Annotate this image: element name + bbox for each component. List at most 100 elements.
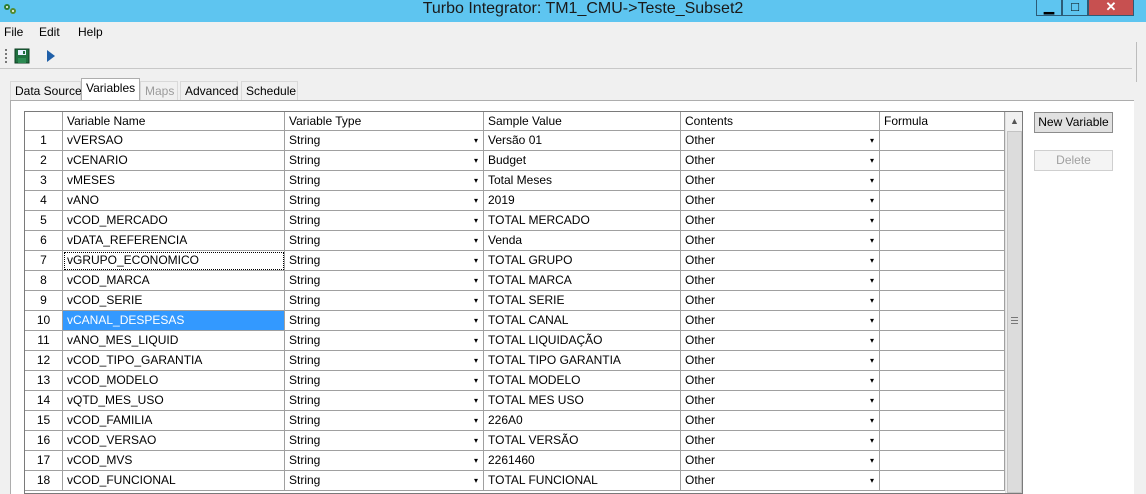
- dropdown-arrow-icon[interactable]: ▾: [471, 255, 481, 267]
- dropdown-arrow-icon[interactable]: ▾: [471, 235, 481, 247]
- contents-dropdown[interactable]: Other ▾: [681, 211, 880, 231]
- formula-cell[interactable]: [880, 391, 1005, 411]
- sample-value-cell[interactable]: TOTAL MES USO: [484, 391, 681, 411]
- variable-name-cell[interactable]: vCOD_VERSAO: [63, 431, 285, 451]
- tab-advanced[interactable]: Advanced: [180, 81, 238, 100]
- grid-vertical-scrollbar[interactable]: ▲: [1005, 112, 1022, 493]
- variable-type-dropdown[interactable]: String ▾: [285, 411, 484, 431]
- dropdown-arrow-icon[interactable]: ▾: [471, 455, 481, 467]
- menu-edit[interactable]: Edit: [39, 25, 60, 39]
- table-row[interactable]: 3 vMESES String ▾ Total Meses Other ▾: [25, 171, 1005, 191]
- dropdown-arrow-icon[interactable]: ▾: [471, 395, 481, 407]
- dropdown-arrow-icon[interactable]: ▾: [867, 455, 877, 467]
- table-row[interactable]: 1 vVERSAO String ▾ Versão 01 Other ▾: [25, 131, 1005, 151]
- tab-variables[interactable]: Variables: [81, 78, 140, 100]
- menu-file[interactable]: File: [4, 25, 23, 39]
- contents-dropdown[interactable]: Other ▾: [681, 251, 880, 271]
- sample-value-cell[interactable]: TOTAL TIPO GARANTIA: [484, 351, 681, 371]
- table-row[interactable]: 9 vCOD_SERIE String ▾ TOTAL SERIE Other ▾: [25, 291, 1005, 311]
- sample-value-cell[interactable]: 226A0: [484, 411, 681, 431]
- variable-name-cell[interactable]: vDATA_REFERENCIA: [63, 231, 285, 251]
- variable-name-cell[interactable]: vCOD_MARCA: [63, 271, 285, 291]
- variable-type-dropdown[interactable]: String ▾: [285, 471, 484, 491]
- table-row[interactable]: 17 vCOD_MVS String ▾ 2261460 Other ▾: [25, 451, 1005, 471]
- variable-name-cell[interactable]: vCOD_FAMILIA: [63, 411, 285, 431]
- dropdown-arrow-icon[interactable]: ▾: [867, 435, 877, 447]
- sample-value-cell[interactable]: TOTAL SERIE: [484, 291, 681, 311]
- dropdown-arrow-icon[interactable]: ▾: [471, 355, 481, 367]
- run-icon[interactable]: [44, 48, 56, 64]
- sample-value-cell[interactable]: Total Meses: [484, 171, 681, 191]
- title-bar[interactable]: Turbo Integrator: TM1_CMU->Teste_Subset2…: [0, 0, 1146, 22]
- toolbar-grip[interactable]: [5, 49, 8, 63]
- dropdown-arrow-icon[interactable]: ▾: [471, 215, 481, 227]
- formula-cell[interactable]: [880, 211, 1005, 231]
- column-header-variable-name[interactable]: Variable Name: [63, 112, 285, 131]
- column-header-formula[interactable]: Formula: [880, 112, 1005, 131]
- dropdown-arrow-icon[interactable]: ▾: [867, 135, 877, 147]
- variable-name-cell[interactable]: vANO_MES_LIQUID: [63, 331, 285, 351]
- tab-schedule[interactable]: Schedule: [241, 81, 298, 100]
- tab-maps[interactable]: Maps: [140, 81, 178, 100]
- table-row[interactable]: 12 vCOD_TIPO_GARANTIA String ▾ TOTAL TIPO GA…: [25, 351, 1005, 371]
- variable-name-cell[interactable]: vCOD_TIPO_GARANTIA: [63, 351, 285, 371]
- variable-type-dropdown[interactable]: String ▾: [285, 451, 484, 471]
- contents-dropdown[interactable]: Other ▾: [681, 371, 880, 391]
- formula-cell[interactable]: [880, 471, 1005, 491]
- formula-cell[interactable]: [880, 291, 1005, 311]
- column-header-sample-value[interactable]: Sample Value: [484, 112, 681, 131]
- table-row[interactable]: 10 vCANAL_DESPESAS String ▾ TOTAL CANAL Other…: [25, 311, 1005, 331]
- formula-cell[interactable]: [880, 351, 1005, 371]
- variable-type-dropdown[interactable]: String ▾: [285, 271, 484, 291]
- formula-cell[interactable]: [880, 331, 1005, 351]
- variable-type-dropdown[interactable]: String ▾: [285, 211, 484, 231]
- column-header-contents[interactable]: Contents: [681, 112, 880, 131]
- variable-type-dropdown[interactable]: String ▾: [285, 331, 484, 351]
- dropdown-arrow-icon[interactable]: ▾: [867, 255, 877, 267]
- dropdown-arrow-icon[interactable]: ▾: [867, 375, 877, 387]
- minimize-button[interactable]: ▁: [1036, 0, 1062, 16]
- variable-type-dropdown[interactable]: String ▾: [285, 351, 484, 371]
- table-row[interactable]: 8 vCOD_MARCA String ▾ TOTAL MARCA Other ▾: [25, 271, 1005, 291]
- dropdown-arrow-icon[interactable]: ▾: [867, 195, 877, 207]
- dropdown-arrow-icon[interactable]: ▾: [471, 155, 481, 167]
- contents-dropdown[interactable]: Other ▾: [681, 191, 880, 211]
- contents-dropdown[interactable]: Other ▾: [681, 351, 880, 371]
- sample-value-cell[interactable]: 2261460: [484, 451, 681, 471]
- sample-value-cell[interactable]: TOTAL GRUPO: [484, 251, 681, 271]
- table-row[interactable]: 18 vCOD_FUNCIONAL String ▾ TOTAL FUNCIONAL Ot…: [25, 471, 1005, 491]
- table-row[interactable]: 4 vANO String ▾ 2019 Other ▾: [25, 191, 1005, 211]
- table-row[interactable]: 16 vCOD_VERSAO String ▾ TOTAL VERSÃO Other ▾: [25, 431, 1005, 451]
- contents-dropdown[interactable]: Other ▾: [681, 311, 880, 331]
- table-row[interactable]: 15 vCOD_FAMILIA String ▾ 226A0 Other ▾: [25, 411, 1005, 431]
- variable-name-cell[interactable]: vCOD_SERIE: [63, 291, 285, 311]
- formula-cell[interactable]: [880, 451, 1005, 471]
- delete-button[interactable]: Delete: [1034, 150, 1113, 171]
- scroll-thumb[interactable]: [1007, 131, 1022, 493]
- save-icon[interactable]: [14, 48, 30, 64]
- sample-value-cell[interactable]: Versão 01: [484, 131, 681, 151]
- variable-name-cell[interactable]: vGRUPO_ECONOMICO: [63, 251, 285, 271]
- contents-dropdown[interactable]: Other ▾: [681, 471, 880, 491]
- variable-type-dropdown[interactable]: String ▾: [285, 251, 484, 271]
- tab-data-source[interactable]: Data Source: [10, 81, 82, 100]
- variable-name-cell[interactable]: vQTD_MES_USO: [63, 391, 285, 411]
- variable-name-cell[interactable]: vCOD_FUNCIONAL: [63, 471, 285, 491]
- sample-value-cell[interactable]: TOTAL VERSÃO: [484, 431, 681, 451]
- table-row[interactable]: 11 vANO_MES_LIQUID String ▾ TOTAL LIQUIDAÇÃO…: [25, 331, 1005, 351]
- dropdown-arrow-icon[interactable]: ▾: [867, 175, 877, 187]
- dropdown-arrow-icon[interactable]: ▾: [471, 135, 481, 147]
- contents-dropdown[interactable]: Other ▾: [681, 291, 880, 311]
- variable-type-dropdown[interactable]: String ▾: [285, 431, 484, 451]
- formula-cell[interactable]: [880, 131, 1005, 151]
- table-row[interactable]: 5 vCOD_MERCADO String ▾ TOTAL MERCADO Other ▾: [25, 211, 1005, 231]
- sample-value-cell[interactable]: TOTAL MARCA: [484, 271, 681, 291]
- table-row[interactable]: 2 vCENARIO String ▾ Budget Other ▾: [25, 151, 1005, 171]
- formula-cell[interactable]: [880, 371, 1005, 391]
- table-row[interactable]: 6 vDATA_REFERENCIA String ▾ Venda Other ▾: [25, 231, 1005, 251]
- sample-value-cell[interactable]: 2019: [484, 191, 681, 211]
- contents-dropdown[interactable]: Other ▾: [681, 411, 880, 431]
- formula-cell[interactable]: [880, 311, 1005, 331]
- variable-name-cell[interactable]: vCOD_MVS: [63, 451, 285, 471]
- formula-cell[interactable]: [880, 251, 1005, 271]
